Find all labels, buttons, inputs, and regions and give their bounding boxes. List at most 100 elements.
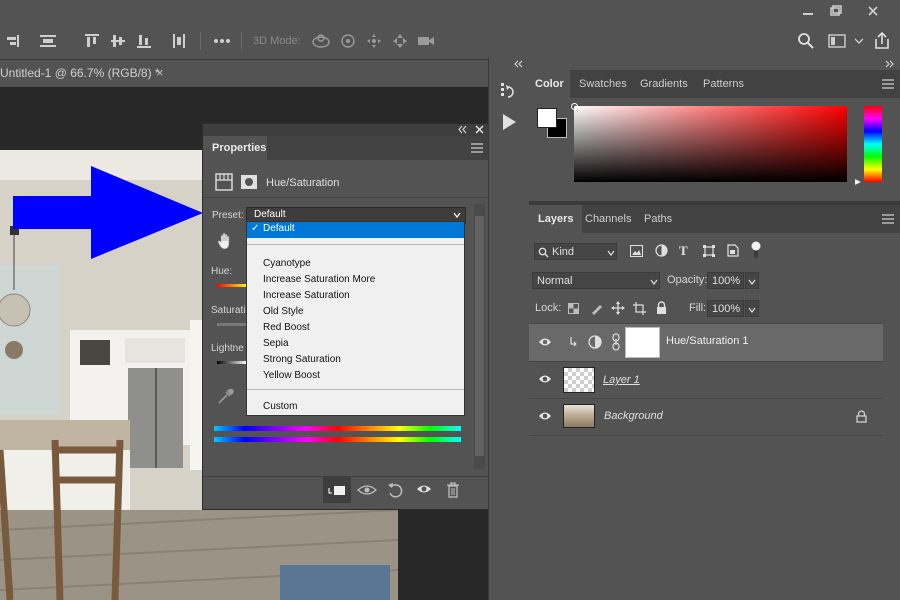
- dropdown-item[interactable]: Cyanotype: [263, 256, 311, 271]
- eye-icon[interactable]: [538, 373, 552, 385]
- share-icon[interactable]: [871, 30, 893, 52]
- close-tab-icon[interactable]: ×: [156, 65, 164, 80]
- panel-menu-icon[interactable]: [471, 143, 483, 153]
- dropdown-item-custom[interactable]: Custom: [263, 399, 297, 414]
- dropdown-item[interactable]: Increase Saturation: [263, 288, 350, 303]
- color-picker-marker[interactable]: [571, 103, 578, 110]
- close-panel-icon[interactable]: [475, 125, 484, 134]
- view-previous-state-icon[interactable]: [357, 482, 377, 498]
- reset-icon[interactable]: [387, 482, 403, 498]
- align-right-edges-icon[interactable]: [2, 30, 24, 52]
- 3d-roll-icon[interactable]: [337, 30, 359, 52]
- targeted-adjustment-hand-icon[interactable]: [217, 232, 233, 250]
- document-tab[interactable]: Untitled-1 @ 66.7% (RGB/8) * ×: [0, 60, 180, 87]
- layer-row-background[interactable]: Background: [529, 398, 883, 436]
- lock-position-icon[interactable]: [611, 301, 625, 315]
- filter-smart-object-icon[interactable]: [727, 244, 739, 257]
- panel-menu-icon[interactable]: [882, 214, 894, 224]
- distribute-vertical-icon[interactable]: [37, 30, 59, 52]
- search-icon[interactable]: [795, 30, 817, 52]
- dropdown-item[interactable]: Yellow Boost: [263, 368, 320, 383]
- preset-dropdown-list[interactable]: ✓ Default Cyanotype Increase Saturation …: [246, 221, 465, 416]
- dropdown-item[interactable]: Increase Saturation More: [263, 272, 375, 287]
- lock-all-icon[interactable]: [656, 301, 667, 314]
- fill-input[interactable]: 100%: [707, 300, 744, 317]
- 3d-camera-icon[interactable]: [415, 30, 437, 52]
- tab-paths[interactable]: Paths: [638, 205, 678, 233]
- hue-slider-track[interactable]: [217, 284, 247, 287]
- dropdown-item-default[interactable]: ✓ Default: [247, 222, 464, 238]
- lightness-slider-track[interactable]: [217, 361, 247, 364]
- close-window-icon[interactable]: [858, 0, 888, 22]
- expand-panels-icon[interactable]: [885, 59, 895, 69]
- visibility-eye-icon[interactable]: [416, 483, 432, 495]
- align-bottom-icon[interactable]: [133, 30, 155, 52]
- layer-filter-kind-select[interactable]: Kind: [534, 243, 617, 260]
- hue-spectrum-slider[interactable]: [864, 106, 882, 182]
- eye-icon[interactable]: [538, 336, 552, 348]
- dropdown-item[interactable]: Red Boost: [263, 320, 310, 335]
- filter-shape-icon[interactable]: [703, 245, 715, 257]
- tab-channels[interactable]: Channels: [579, 205, 637, 233]
- 3d-pan-icon[interactable]: [363, 30, 385, 52]
- history-icon[interactable]: [499, 82, 519, 102]
- hue-slider-handle[interactable]: [854, 178, 862, 186]
- layer-name[interactable]: Background: [604, 410, 663, 422]
- more-options-icon[interactable]: [211, 30, 233, 52]
- lock-transparent-pixels-icon[interactable]: [568, 303, 579, 314]
- actions-play-icon[interactable]: [501, 113, 517, 131]
- eyedropper-icon[interactable]: [216, 388, 234, 406]
- blend-mode-select[interactable]: Normal: [532, 272, 660, 289]
- eye-icon[interactable]: [538, 410, 552, 422]
- filter-type-icon[interactable]: T: [679, 243, 688, 259]
- opacity-input[interactable]: 100%: [707, 272, 744, 289]
- clipping-mask-icon: [570, 337, 577, 347]
- workspace-icon[interactable]: [826, 30, 848, 52]
- background-layer-thumbnail[interactable]: [563, 404, 595, 428]
- chevron-down-icon[interactable]: [848, 30, 870, 52]
- minimize-icon[interactable]: [793, 0, 823, 22]
- layer-row-layer-1[interactable]: Layer 1: [529, 361, 883, 399]
- layer-mask-link-icon[interactable]: [611, 333, 621, 351]
- color-field[interactable]: [571, 103, 847, 182]
- 3d-orbit-icon[interactable]: [310, 30, 332, 52]
- opacity-dropdown[interactable]: [745, 272, 759, 289]
- restore-icon[interactable]: [821, 0, 851, 22]
- lock-artboard-icon[interactable]: [633, 302, 646, 315]
- tab-swatches[interactable]: Swatches: [573, 70, 633, 98]
- layer-thumbnail-transparent[interactable]: [563, 367, 595, 393]
- align-top-icon[interactable]: [81, 30, 103, 52]
- collapse-strip-icon[interactable]: [513, 59, 523, 69]
- preset-value: Default: [254, 209, 286, 220]
- dropdown-item[interactable]: Sepia: [263, 336, 289, 351]
- fill-dropdown[interactable]: [745, 300, 759, 317]
- foreground-color-swatch[interactable]: [537, 108, 557, 128]
- collapse-panel-icon[interactable]: [457, 124, 467, 135]
- 3d-slide-icon[interactable]: [389, 30, 411, 52]
- filter-pixel-icon[interactable]: [630, 245, 643, 257]
- filter-toggle-icon[interactable]: [751, 241, 761, 259]
- scrollbar-thumb[interactable]: [475, 216, 484, 456]
- layer-name[interactable]: Hue/Saturation 1: [666, 335, 749, 347]
- trash-icon[interactable]: [446, 482, 460, 498]
- saturation-slider-track[interactable]: [217, 323, 247, 326]
- dropdown-item[interactable]: Strong Saturation: [263, 352, 341, 367]
- dropdown-item[interactable]: Old Style: [263, 304, 304, 319]
- scrollbar[interactable]: [474, 204, 485, 469]
- tab-layers[interactable]: Layers: [529, 205, 583, 233]
- tab-gradients[interactable]: Gradients: [634, 70, 694, 98]
- align-middle-icon[interactable]: [107, 30, 129, 52]
- panel-menu-icon[interactable]: [882, 79, 894, 89]
- lock-image-pixels-icon[interactable]: [590, 302, 603, 315]
- mask-icon[interactable]: [240, 173, 258, 191]
- layer-name[interactable]: Layer 1: [603, 374, 640, 386]
- layer-row-hue-saturation[interactable]: Hue/Saturation 1: [529, 324, 883, 362]
- document-title: Untitled-1 @ 66.7% (RGB/8) *: [0, 66, 160, 80]
- filter-adjustment-icon[interactable]: [655, 244, 668, 257]
- distribute-horizontal-icon[interactable]: [168, 30, 190, 52]
- layer-mask-thumbnail[interactable]: [625, 327, 660, 358]
- clip-to-layer-button[interactable]: [323, 477, 351, 503]
- tab-color[interactable]: Color: [529, 70, 570, 98]
- tab-patterns[interactable]: Patterns: [697, 70, 750, 98]
- adjustment-layer-icon[interactable]: [215, 173, 233, 191]
